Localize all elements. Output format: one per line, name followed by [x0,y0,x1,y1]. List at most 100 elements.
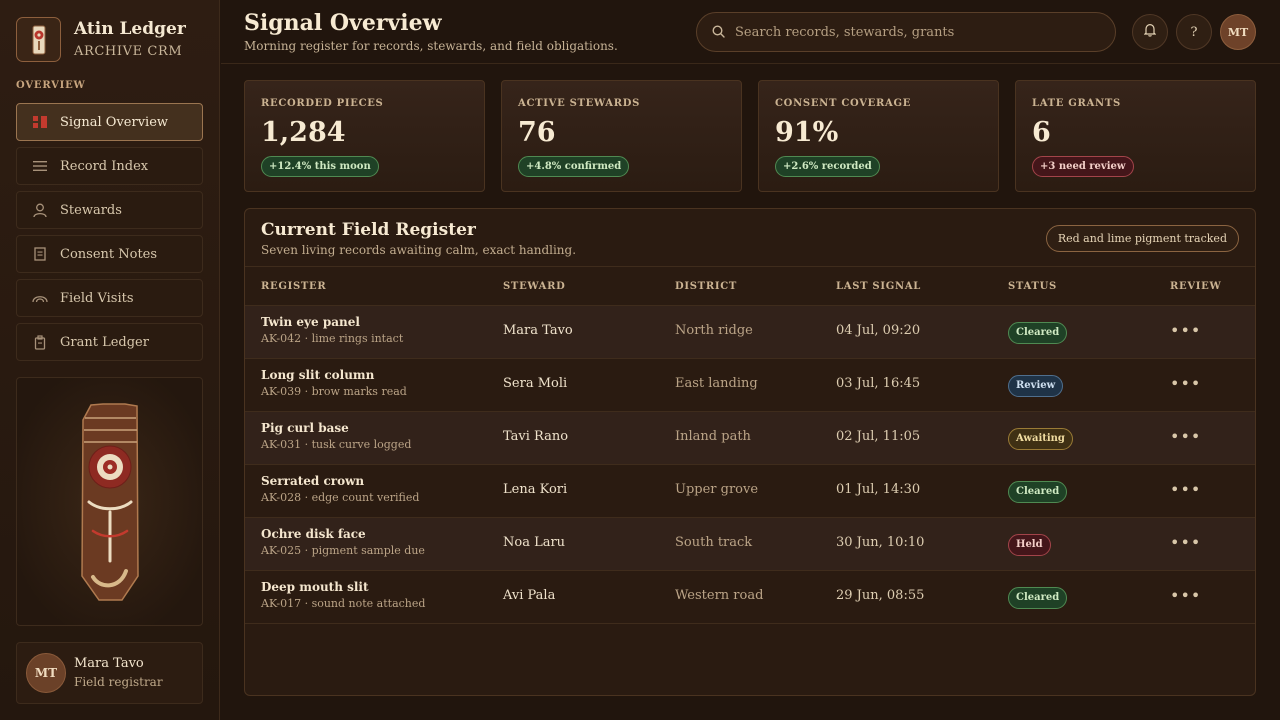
sidebar-item-label: Record Index [60,158,149,174]
carved-totem-icon [81,403,139,601]
record-steward: Sera Moli [503,376,568,391]
sidebar-item-stewards[interactable]: Stewards [16,191,203,229]
record-name: Ochre disk face [261,527,366,541]
record-steward: Noa Laru [503,535,566,550]
sidebar-item-field-visits[interactable]: Field Visits [16,279,203,317]
notifications-button[interactable] [1132,14,1168,50]
record-name: Serrated crown [261,474,365,488]
sidebar-item-consent-notes[interactable]: Consent Notes [16,235,203,273]
column-header-district[interactable]: DISTRICT [675,281,737,292]
record-steward: Mara Tavo [503,323,573,338]
list-icon [32,158,48,174]
sidebar-item-signal-overview[interactable]: Signal Overview [16,103,203,141]
search-input[interactable] [735,24,1095,40]
record-district: North ridge [675,323,753,338]
record-last-signal: 30 Jun, 10:10 [836,535,925,550]
record-district: South track [675,535,753,550]
stat-card-recorded-pieces: RECORDED PIECES 1,284 +12.4% this moon [244,80,485,192]
record-district: East landing [675,376,758,391]
stat-card-active-stewards: ACTIVE STEWARDS 76 +4.8% confirmed [501,80,742,192]
record-name: Long slit column [261,368,375,382]
table-header: REGISTER STEWARD DISTRICT LAST SIGNAL ST… [245,267,1255,306]
avatar: MT [26,653,66,693]
sidebar-item-grant-ledger[interactable]: Grant Ledger [16,323,203,361]
profile-avatar-button[interactable]: MT [1220,14,1256,50]
stat-label: CONSENT COVERAGE [775,98,912,109]
bell-icon [1143,23,1157,41]
brand-logo-icon [16,17,61,62]
sidebar-item-label: Grant Ledger [60,334,149,350]
status-badge: Cleared [1008,481,1068,503]
artifact-illustration [16,377,203,626]
stat-trend-badge: +2.6% recorded [775,156,880,177]
sidebar-item-label: Field Visits [60,290,134,306]
column-header-steward[interactable]: STEWARD [503,281,566,292]
status-badge: Cleared [1008,322,1068,344]
user-name: Mara Tavo [74,656,144,671]
stat-trend-badge: +3 need review [1032,156,1134,177]
record-meta: AK-042 · lime rings intact [261,332,404,345]
status-badge: Held [1008,534,1051,556]
brand-title: Atin Ledger [74,19,186,39]
sidebar-item-record-index[interactable]: Record Index [16,147,203,185]
search-bar [696,12,1116,52]
row-more-button[interactable]: ••• [1170,374,1201,393]
column-header-review[interactable]: REVIEW [1170,281,1221,292]
row-more-button[interactable]: ••• [1170,586,1201,605]
field-register-panel: Current Field Register Seven living reco… [244,208,1256,696]
sidebar-item-label: Signal Overview [60,114,169,130]
overview-icon [32,114,48,130]
table-row[interactable]: Long slit column AK-039 · brow marks rea… [245,359,1255,412]
pigment-tag[interactable]: Red and lime pigment tracked [1045,225,1239,252]
table-row[interactable]: Ochre disk face AK-025 · pigment sample … [245,518,1255,571]
row-more-button[interactable]: ••• [1170,321,1201,340]
help-button[interactable]: ? [1176,14,1212,50]
user-role: Field registrar [74,675,163,689]
stat-label: RECORDED PIECES [261,98,384,109]
row-more-button[interactable]: ••• [1170,427,1201,446]
table-row[interactable]: Deep mouth slit AK-017 · sound note atta… [245,571,1255,624]
panel-title: Current Field Register [261,220,476,240]
record-steward: Tavi Rano [503,429,569,444]
record-district: Upper grove [675,482,759,497]
brand-subtitle: ARCHIVE CRM [74,44,183,59]
record-name: Deep mouth slit [261,580,369,594]
column-header-last-signal[interactable]: LAST SIGNAL [836,281,921,292]
record-meta: AK-031 · tusk curve logged [261,438,412,451]
record-district: Western road [675,588,764,603]
status-badge: Cleared [1008,587,1068,609]
record-meta: AK-025 · pigment sample due [261,544,425,557]
current-user-card[interactable]: MT Mara Tavo Field registrar [16,642,203,704]
stat-label: ACTIVE STEWARDS [518,98,641,109]
table-row[interactable]: Twin eye panel AK-042 · lime rings intac… [245,306,1255,359]
brand[interactable]: Atin Ledger ARCHIVE CRM [16,17,186,62]
stat-value: 6 [1032,117,1051,148]
status-badge: Review [1008,375,1064,397]
table-row[interactable]: Serrated crown AK-028 · edge count verif… [245,465,1255,518]
ledger-icon [32,334,48,350]
record-last-signal: 02 Jul, 11:05 [836,429,921,444]
help-icon: ? [1190,24,1198,40]
table-row[interactable]: Pig curl base AK-031 · tusk curve logged… [245,412,1255,465]
stat-card-consent-coverage: CONSENT COVERAGE 91% +2.6% recorded [758,80,999,192]
nav-section-label: OVERVIEW [16,80,86,91]
top-bar: Signal Overview Morning register for rec… [221,0,1280,64]
page-title: Signal Overview [244,10,442,36]
stat-trend-badge: +4.8% confirmed [518,156,630,177]
stat-label: LATE GRANTS [1032,98,1121,109]
column-header-status[interactable]: STATUS [1008,281,1057,292]
row-more-button[interactable]: ••• [1170,480,1201,499]
row-more-button[interactable]: ••• [1170,533,1201,552]
record-last-signal: 01 Jul, 14:30 [836,482,921,497]
sidebar-item-label: Consent Notes [60,246,158,262]
record-meta: AK-039 · brow marks read [261,385,407,398]
stat-value: 1,284 [261,117,346,148]
record-name: Pig curl base [261,421,349,435]
record-last-signal: 04 Jul, 09:20 [836,323,921,338]
record-last-signal: 03 Jul, 16:45 [836,376,921,391]
column-header-register[interactable]: REGISTER [261,281,326,292]
stat-card-late-grants: LATE GRANTS 6 +3 need review [1015,80,1256,192]
panel-header: Current Field Register Seven living reco… [245,209,1255,267]
record-steward: Avi Pala [503,588,556,603]
record-steward: Lena Kori [503,482,568,497]
